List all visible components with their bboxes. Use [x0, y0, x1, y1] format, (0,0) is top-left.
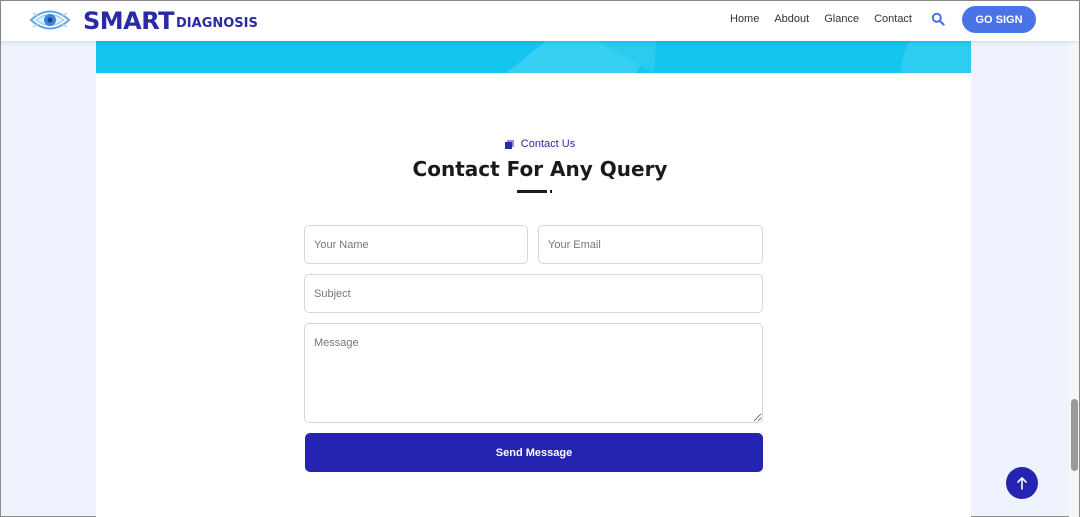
square-icon: [504, 139, 514, 149]
main-nav: Home Abdout Glance Contact: [730, 13, 927, 25]
nav-glance[interactable]: Glance: [824, 13, 859, 25]
nav-about[interactable]: Abdout: [774, 13, 809, 25]
go-sign-button[interactable]: GO SIGN: [962, 6, 1036, 33]
nav-contact[interactable]: Contact: [874, 13, 912, 25]
section-tag: Contact Us: [1, 138, 1079, 150]
send-message-button[interactable]: Send Message: [305, 433, 763, 472]
section-tag-label: Contact Us: [520, 138, 576, 150]
message-field[interactable]: [304, 323, 763, 423]
hero-decoration: [506, 41, 971, 73]
scrollbar-thumb[interactable]: [1071, 399, 1078, 471]
search-icon[interactable]: [931, 12, 945, 26]
brand-name: SMART: [83, 7, 175, 35]
title-underline: [517, 190, 547, 193]
eye-icon: [29, 10, 71, 30]
name-field[interactable]: [304, 225, 528, 264]
title-underline-dot: [550, 190, 552, 193]
section-title: Contact For Any Query: [412, 157, 668, 181]
arrow-up-icon: [1017, 477, 1027, 490]
email-field[interactable]: [538, 225, 763, 264]
logo[interactable]: SMART DIAGNOSIS: [29, 5, 258, 35]
hero-banner: [96, 41, 971, 73]
subject-field[interactable]: [304, 274, 763, 313]
back-to-top-button[interactable]: [1006, 467, 1038, 499]
brand-subtitle: DIAGNOSIS: [176, 16, 258, 31]
top-navbar: SMART DIAGNOSIS Home Abdout Glance Conta…: [1, 1, 1079, 41]
nav-home[interactable]: Home: [730, 13, 759, 25]
